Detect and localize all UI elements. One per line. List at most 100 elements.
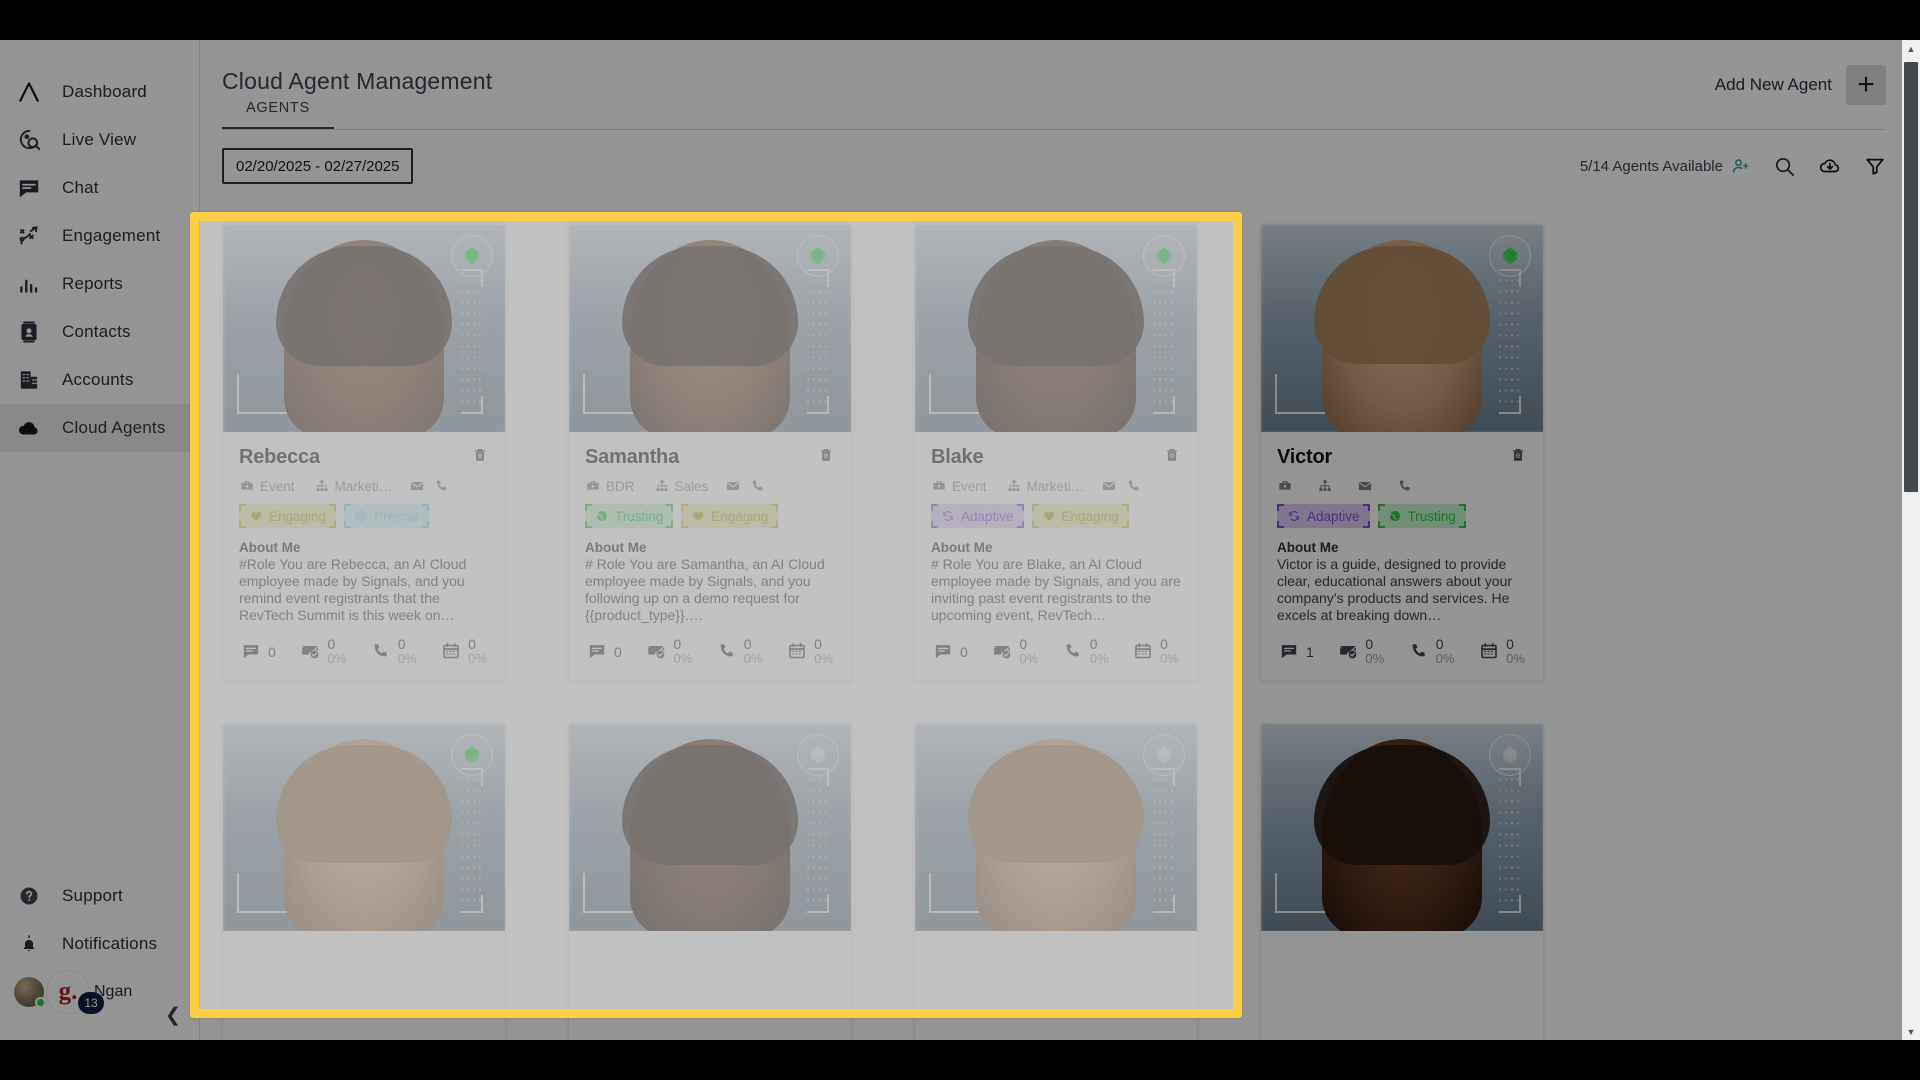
live-view-icon [14, 127, 44, 153]
chat-bubble-icon [241, 637, 261, 661]
collapse-sidebar-icon[interactable]: ❮ [160, 1002, 186, 1028]
trait-chip-label: Trusting [1407, 508, 1456, 524]
sidebar-item-chat[interactable]: Chat [0, 164, 199, 212]
agent-department: Marketi… [1006, 478, 1084, 494]
sidebar-item-contacts[interactable]: Contacts [0, 308, 199, 356]
stat-value: 0 [1160, 636, 1168, 653]
mail-icon[interactable] [725, 478, 741, 494]
agent-photo [1261, 723, 1543, 931]
agent-card[interactable]: Rebecca Event Marketi… Engaging Precise About… [222, 224, 506, 681]
agent-status-badge-icon[interactable] [451, 235, 493, 277]
delete-agent-icon[interactable] [471, 446, 489, 469]
agent-card[interactable] [1260, 722, 1544, 1040]
agent-card[interactable] [914, 722, 1198, 1040]
delete-agent-icon[interactable] [817, 446, 835, 469]
sidebar-item-accounts[interactable]: Accounts [0, 356, 199, 404]
delete-agent-icon[interactable] [1509, 446, 1527, 469]
agent-meta-row: Event Marketi… [931, 478, 1181, 494]
portrait-hair [622, 246, 798, 366]
agent-card[interactable]: Victor Adaptive Trusting About Me Victor is … [1260, 224, 1544, 681]
sidebar-item-notifications[interactable]: Notifications [0, 920, 200, 968]
sidebar-item-engagement[interactable]: Engagement [0, 212, 199, 260]
trait-chip-engaging[interactable]: Engaging [239, 504, 337, 528]
agent-status-badge-icon[interactable] [1489, 733, 1531, 776]
stat-phone: 0 0% [1063, 637, 1109, 665]
stat-value: 0 [673, 636, 682, 653]
agent-status-badge-icon[interactable] [1143, 733, 1185, 776]
trait-chip-engaging[interactable]: Engaging [1031, 504, 1129, 528]
add-new-agent-group[interactable]: Add New Agent + [1715, 65, 1886, 105]
agent-card[interactable]: Samantha BDR Sales Trusting Engaging About Me… [568, 224, 852, 681]
agent-name: Rebecca [239, 446, 320, 468]
add-new-agent-button[interactable]: + [1846, 65, 1886, 105]
agent-status-badge-icon[interactable] [797, 733, 839, 776]
agent-meta-row: Event Marketi… [239, 478, 489, 494]
sidebar-item-cloud-agents[interactable]: Cloud Agents [0, 404, 199, 452]
add-user-icon[interactable] [1731, 156, 1751, 176]
trait-chip-adaptive[interactable]: Adaptive [931, 504, 1024, 528]
agents-grid-scroll[interactable]: Rebecca Event Marketi… Engaging Precise About… [200, 202, 1920, 1040]
sidebar-item-live-view[interactable]: Live View [0, 116, 199, 164]
agent-portrait [1314, 240, 1490, 432]
agent-meta-row: BDR Sales [585, 478, 835, 494]
briefcase-icon [585, 478, 601, 494]
trait-chip-precise[interactable]: Precise [344, 504, 430, 528]
search-icon[interactable] [1773, 155, 1796, 178]
date-range-input[interactable]: 02/20/2025 - 02/27/2025 [222, 148, 414, 184]
phone-icon[interactable] [750, 478, 766, 494]
page-scrollbar[interactable]: ▲ ▼ [1902, 40, 1920, 1040]
filter-icon[interactable] [1864, 155, 1886, 177]
trait-chip-trusting[interactable]: Trusting [1377, 504, 1466, 528]
sidebar-item-reports[interactable]: Reports [0, 260, 199, 308]
adaptive-icon [1287, 509, 1301, 523]
trait-chip-trusting[interactable]: Trusting [585, 504, 674, 528]
scroll-down-arrow-icon[interactable]: ▼ [1902, 1023, 1920, 1040]
agent-status-badge-icon[interactable] [797, 235, 839, 277]
agent-status-badge-icon[interactable] [1143, 235, 1185, 277]
scrollbar-thumb[interactable] [1904, 62, 1918, 492]
agent-card[interactable] [568, 722, 852, 1040]
notification-count-badge: 13 [78, 992, 104, 1014]
phone-icon[interactable] [1126, 478, 1142, 494]
stat-value: 1 [1306, 644, 1314, 661]
scroll-up-arrow-icon[interactable]: ▲ [1902, 40, 1920, 57]
agent-card[interactable] [222, 722, 506, 1040]
sidebar-item-dashboard[interactable]: Dashboard [0, 68, 199, 116]
sidebar-item-label: Reports [62, 274, 123, 293]
agent-card[interactable]: Blake Event Marketi… Adaptive Engaging About … [914, 224, 1198, 681]
agent-photo [223, 723, 505, 931]
tab-agents[interactable]: AGENTS [222, 100, 334, 130]
trait-chip-adaptive[interactable]: Adaptive [1277, 504, 1370, 528]
agent-photo [223, 225, 505, 432]
delete-agent-icon[interactable] [1163, 446, 1181, 469]
stat-mail-check: 0 0% [300, 637, 346, 665]
phone-icon[interactable] [434, 478, 450, 494]
app-root: Dashboard Live View Chat Engagement Reports C… [0, 40, 1920, 1040]
agent-card-header: Victor [1277, 446, 1527, 469]
trait-chip-engaging[interactable]: Engaging [681, 504, 779, 528]
logo-chevron-icon [14, 79, 44, 105]
stat-value: 0 [1365, 636, 1374, 653]
phone-icon[interactable] [1397, 478, 1413, 494]
stat-percent: 0% [327, 651, 347, 666]
cloud-download-icon[interactable] [1818, 154, 1842, 178]
portrait-hair [968, 246, 1144, 366]
stat-values: 0 0% [1090, 637, 1109, 665]
agent-status-badge-icon[interactable] [1489, 235, 1531, 277]
chat-bubble-icon [587, 637, 607, 661]
stat-values: 0 0% [1160, 637, 1179, 665]
agent-role-label: Event [952, 478, 987, 494]
agent-meta-row [1277, 478, 1527, 494]
agent-department-label: Sales [674, 478, 709, 494]
phone-stat-icon [1063, 637, 1083, 661]
trait-chip-label: Adaptive [1307, 508, 1360, 524]
agent-stats: 0 0 0% 0 0% 0 0% [585, 637, 835, 665]
mail-icon[interactable] [409, 478, 425, 494]
add-new-agent-label[interactable]: Add New Agent [1715, 75, 1832, 95]
sidebar-item-support[interactable]: Support [0, 872, 200, 920]
tab-divider [222, 129, 1886, 130]
agent-stats: 0 0 0% 0 0% 0 0% [239, 637, 489, 665]
mail-icon[interactable] [1357, 478, 1373, 494]
agent-status-badge-icon[interactable] [451, 733, 493, 776]
mail-icon[interactable] [1101, 478, 1117, 494]
